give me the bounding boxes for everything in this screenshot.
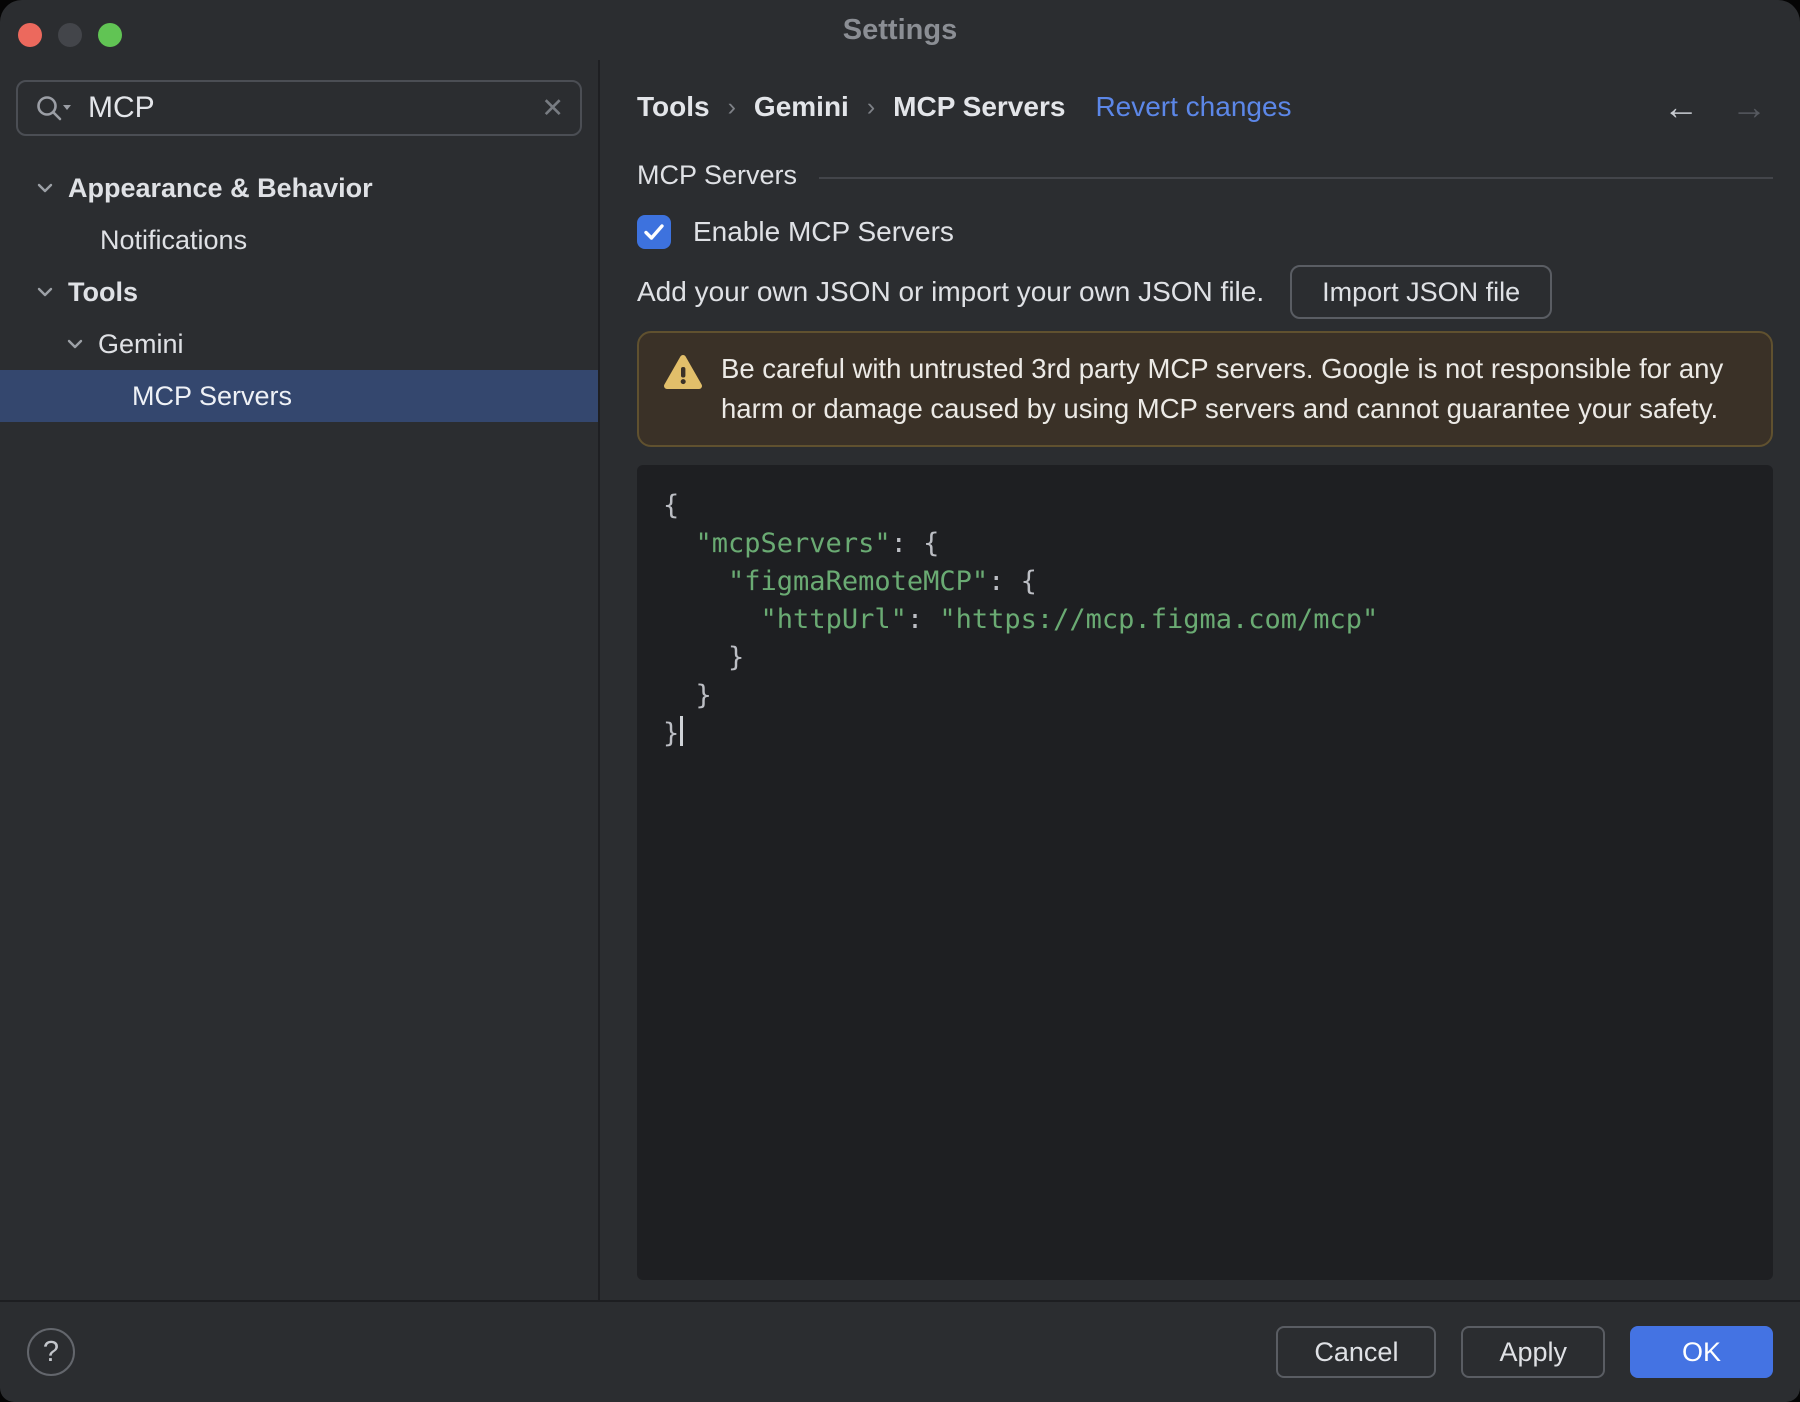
zoom-window-button[interactable] xyxy=(98,23,122,47)
import-json-row: Add your own JSON or import your own JSO… xyxy=(637,265,1773,319)
sidebar-item-label: Gemini xyxy=(98,328,184,359)
json-editor[interactable]: { "mcpServers": { "figmaRemoteMCP": { "h… xyxy=(637,465,1773,1280)
back-arrow-icon[interactable]: ← xyxy=(1663,86,1699,128)
settings-sidebar: ✕ Appearance & Behavior Notifications To xyxy=(0,60,600,1300)
traffic-lights xyxy=(18,23,122,47)
checkmark-icon xyxy=(644,224,664,240)
breadcrumb-tools[interactable]: Tools xyxy=(637,91,710,123)
clear-search-icon[interactable]: ✕ xyxy=(541,93,564,124)
footer-bar: ? Cancel Apply OK xyxy=(0,1300,1800,1402)
enable-mcp-checkbox[interactable] xyxy=(637,215,671,249)
sidebar-item-label: MCP Servers xyxy=(132,380,293,411)
breadcrumb-separator-icon: › xyxy=(866,92,876,121)
search-icon xyxy=(34,93,74,123)
import-json-file-button[interactable]: Import JSON file xyxy=(1290,265,1553,319)
breadcrumb: Tools › Gemini › MCP Servers Revert chan… xyxy=(637,86,1773,128)
enable-mcp-row: Enable MCP Servers xyxy=(637,215,1773,249)
section-title: MCP Servers xyxy=(637,160,798,190)
apply-button[interactable]: Apply xyxy=(1461,1326,1605,1378)
help-button[interactable]: ? xyxy=(27,1328,75,1376)
settings-main-panel: Tools › Gemini › MCP Servers Revert chan… xyxy=(600,60,1800,1300)
question-mark-icon: ? xyxy=(42,1335,60,1368)
section-header: MCP Servers xyxy=(637,160,1773,191)
json-editor-code: { "mcpServers": { "figmaRemoteMCP": { "h… xyxy=(663,490,1379,749)
chevron-down-icon[interactable] xyxy=(32,175,58,201)
sidebar-item-notifications[interactable]: Notifications xyxy=(0,214,598,266)
settings-tree: Appearance & Behavior Notifications Tool… xyxy=(0,162,598,422)
enable-mcp-label: Enable MCP Servers xyxy=(693,216,954,247)
minimize-window-button[interactable] xyxy=(58,23,82,47)
sidebar-item-appearance-behavior[interactable]: Appearance & Behavior xyxy=(0,162,598,214)
warning-banner: Be careful with untrusted 3rd party MCP … xyxy=(637,331,1773,447)
sidebar-item-tools[interactable]: Tools xyxy=(0,266,598,318)
section-divider xyxy=(819,176,1773,179)
ok-button[interactable]: OK xyxy=(1629,1326,1773,1378)
settings-search-box[interactable]: ✕ xyxy=(16,80,582,136)
chevron-down-icon[interactable] xyxy=(62,331,88,357)
breadcrumb-separator-icon: › xyxy=(727,92,736,121)
breadcrumb-mcp-servers: MCP Servers xyxy=(893,91,1066,122)
window-title: Settings xyxy=(842,13,958,46)
settings-window: Settings ✕ xyxy=(0,0,1800,1402)
warning-text: Be careful with untrusted 3rd party MCP … xyxy=(721,353,1724,424)
titlebar: Settings xyxy=(0,0,1800,60)
warning-triangle-icon xyxy=(663,354,703,397)
cancel-button[interactable]: Cancel xyxy=(1276,1326,1437,1378)
sidebar-item-gemini[interactable]: Gemini xyxy=(0,318,598,370)
import-json-text: Add your own JSON or import your own JSO… xyxy=(637,276,1265,307)
search-input[interactable] xyxy=(86,90,542,126)
revert-changes-link[interactable]: Revert changes xyxy=(1095,91,1291,123)
chevron-down-icon[interactable] xyxy=(32,279,58,305)
sidebar-item-label: Appearance & Behavior xyxy=(68,172,373,203)
close-window-button[interactable] xyxy=(18,23,42,47)
text-cursor xyxy=(680,716,684,746)
sidebar-item-label: Notifications xyxy=(100,224,248,255)
sidebar-item-mcp-servers[interactable]: MCP Servers xyxy=(0,370,598,422)
sidebar-item-label: Tools xyxy=(68,276,138,307)
breadcrumb-gemini[interactable]: Gemini xyxy=(754,91,849,123)
forward-arrow-icon: → xyxy=(1731,86,1767,127)
